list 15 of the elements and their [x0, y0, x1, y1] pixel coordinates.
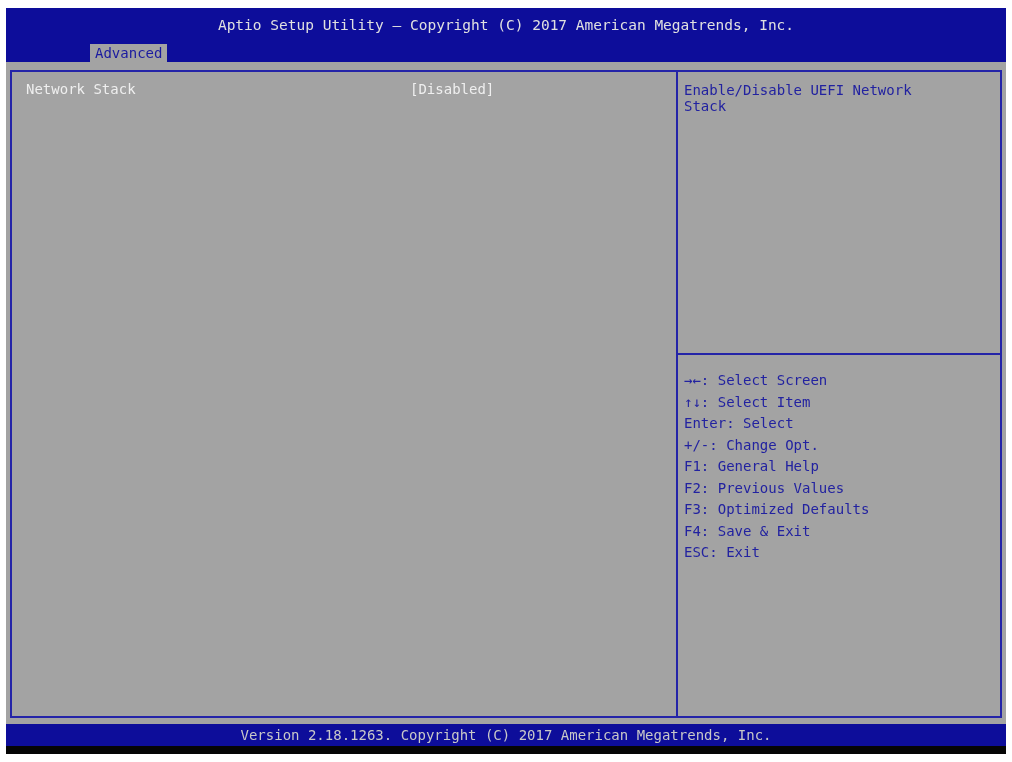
key-hint: →←: Select Screen: [684, 372, 829, 388]
menu-tab[interactable]: Advanced: [90, 44, 168, 62]
key-hint: F3: Optimized Defaults: [684, 501, 871, 517]
key-hint: F2: Previous Values: [684, 479, 846, 496]
setting-name: Network Stack: [26, 81, 137, 97]
key-hint: Enter: Select: [684, 415, 795, 431]
key-hint: F4: Save & Exit: [684, 522, 812, 539]
window-title: Aptio Setup Utility – Copyright (C) 2017 American Megatrends, Inc.: [216, 17, 796, 33]
key-hint: F1: General Help: [684, 458, 820, 474]
help-text: Enable/Disable UEFI Network Stack: [678, 72, 1000, 355]
key-hint: +/-: Change Opt.: [684, 436, 820, 453]
setting-value: [Disabled]: [410, 81, 495, 97]
version-text: Version 2.18.1263. Copyright (C) 2017 American Megatrends, Inc.: [240, 727, 772, 743]
key-hint: ↑↓: Select Item: [684, 393, 812, 410]
key-hint: ESC: Exit: [684, 544, 761, 560]
